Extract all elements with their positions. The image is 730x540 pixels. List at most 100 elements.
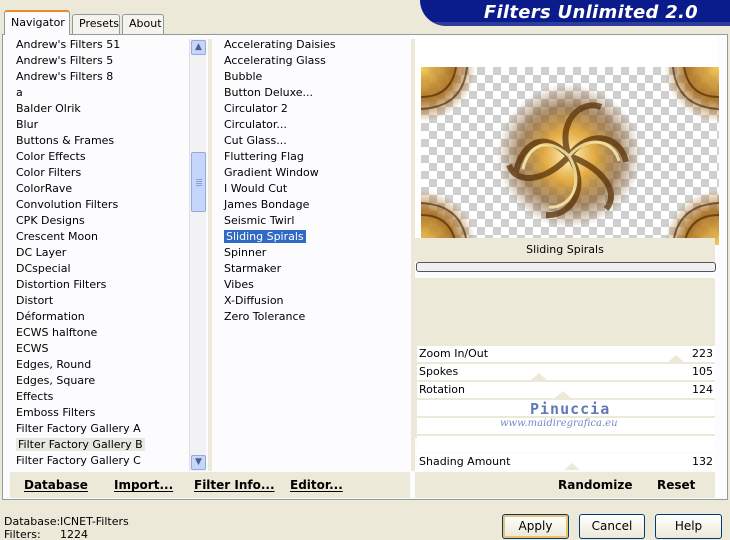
category-label: Convolution Filters <box>16 198 119 211</box>
category-item[interactable]: Buttons & Frames <box>13 133 191 149</box>
category-label: Filter Factory Gallery B <box>16 438 145 451</box>
category-item[interactable]: Andrew's Filters 5 <box>13 53 191 69</box>
filter-item[interactable]: Accelerating Glass <box>221 53 411 69</box>
reset-button[interactable]: Reset <box>657 478 695 492</box>
category-item[interactable]: Color Effects <box>13 149 191 165</box>
category-item[interactable]: Color Filters <box>13 165 191 181</box>
filter-item[interactable]: Accelerating Daisies <box>221 37 411 53</box>
filter-label: X-Diffusion <box>224 294 284 307</box>
parameter-name: Rotation <box>419 383 466 396</box>
category-label: Distort <box>16 294 54 307</box>
category-item[interactable]: Andrew's Filters 51 <box>13 37 191 53</box>
tab-navigator[interactable]: Navigator <box>4 10 70 35</box>
database-value: ICNET-Filters <box>60 515 129 528</box>
category-item[interactable]: Edges, Square <box>13 373 191 389</box>
category-label: Crescent Moon <box>16 230 98 243</box>
category-item[interactable]: Filter Factory Gallery C <box>13 453 191 469</box>
parameter-name: Spokes <box>419 365 459 378</box>
database-label: Database: <box>4 515 61 528</box>
scroll-thumb[interactable] <box>191 152 206 212</box>
category-item[interactable]: Filter Factory Gallery A <box>13 421 191 437</box>
category-item[interactable]: Effects <box>13 389 191 405</box>
category-item[interactable]: DCspecial <box>13 261 191 277</box>
filter-item[interactable]: Cut Glass... <box>221 133 411 149</box>
slider-handle[interactable] <box>563 463 580 470</box>
parameter-slider[interactable]: Shading Amount 132 <box>417 454 715 470</box>
filter-item[interactable]: Sliding Spirals <box>221 229 411 245</box>
filter-item[interactable]: Bubble <box>221 69 411 85</box>
category-item[interactable]: Filter Factory Gallery B <box>13 437 191 453</box>
category-item[interactable]: ECWS <box>13 341 191 357</box>
parameter-slider[interactable]: Spokes 105 <box>417 364 715 380</box>
filter-item[interactable]: Spinner <box>221 245 411 261</box>
category-scrollbar[interactable]: ▲ ▼ <box>189 39 206 471</box>
category-item[interactable]: Déformation <box>13 309 191 325</box>
category-item[interactable]: Distortion Filters <box>13 277 191 293</box>
filter-label: Accelerating Glass <box>224 54 326 67</box>
database-info: Database:ICNET-Filters Filters: 1224 <box>4 515 129 540</box>
scroll-down-button[interactable]: ▼ <box>191 455 206 470</box>
filter-info-button[interactable]: Filter Info... <box>194 478 275 492</box>
filter-item[interactable]: Gradient Window <box>221 165 411 181</box>
title-banner: Filters Unlimited 2.0 <box>420 0 730 26</box>
category-item[interactable]: Convolution Filters <box>13 197 191 213</box>
filter-label: Seismic Twirl <box>224 214 295 227</box>
editor-button[interactable]: Editor... <box>290 478 343 492</box>
parameter-slider[interactable]: Rotation 124 <box>417 382 715 398</box>
category-item[interactable]: ECWS halftone <box>13 325 191 341</box>
tab-presets[interactable]: Presets <box>72 14 120 34</box>
category-item[interactable]: Emboss Filters <box>13 405 191 421</box>
filter-item[interactable]: Vibes <box>221 277 411 293</box>
slider-handle[interactable] <box>668 355 685 362</box>
filter-label: Sliding Spirals <box>224 230 306 243</box>
category-item[interactable]: CPK Designs <box>13 213 191 229</box>
category-label: Andrew's Filters 5 <box>16 54 114 67</box>
filter-item[interactable]: Fluttering Flag <box>221 149 411 165</box>
category-item[interactable]: Distort <box>13 293 191 309</box>
help-button[interactable]: Help <box>655 514 722 539</box>
category-label: Filter Factory Gallery A <box>16 422 141 435</box>
filter-item[interactable]: Starmaker <box>221 261 411 277</box>
scroll-up-button[interactable]: ▲ <box>191 40 206 55</box>
category-item[interactable]: Blur <box>13 117 191 133</box>
parameter-empty <box>417 436 715 452</box>
parameter-slider[interactable]: Zoom In/Out 223 <box>417 346 715 362</box>
tab-strip: Navigator Presets About <box>2 10 422 35</box>
category-label: ECWS halftone <box>16 326 98 339</box>
randomize-button[interactable]: Randomize <box>558 478 632 492</box>
tab-about[interactable]: About <box>122 14 164 34</box>
category-item[interactable]: a <box>13 85 191 101</box>
category-item[interactable]: DC Layer <box>13 245 191 261</box>
category-item[interactable]: Crescent Moon <box>13 229 191 245</box>
category-item[interactable]: Andrew's Filters 8 <box>13 69 191 85</box>
slider-handle[interactable] <box>531 373 548 380</box>
category-label: DC Layer <box>16 246 67 259</box>
filters-label: Filters: <box>4 528 41 540</box>
category-list[interactable]: Andrew's Filters 51 Andrew's Filters 5 And… <box>13 37 191 469</box>
import-button[interactable]: Import... <box>114 478 173 492</box>
filter-item[interactable]: Circulator... <box>221 117 411 133</box>
category-label: Balder Olrik <box>16 102 81 115</box>
filter-item[interactable]: Seismic Twirl <box>221 213 411 229</box>
filter-item[interactable]: I Would Cut <box>221 181 411 197</box>
filter-label: Bubble <box>224 70 263 83</box>
filter-item[interactable]: Circulator 2 <box>221 101 411 117</box>
apply-button[interactable]: Apply <box>502 514 569 539</box>
category-label: Andrew's Filters 8 <box>16 70 114 83</box>
filter-item[interactable]: Button Deluxe... <box>221 85 411 101</box>
filter-item[interactable]: X-Diffusion <box>221 293 411 309</box>
app-title: Filters Unlimited 2.0 <box>483 2 698 23</box>
category-item[interactable]: Edges, Round <box>13 357 191 373</box>
cancel-button[interactable]: Cancel <box>579 514 645 539</box>
slider-handle[interactable] <box>555 391 572 398</box>
category-item[interactable]: ColorRave <box>13 181 191 197</box>
filter-list[interactable]: Accelerating Daisies Accelerating Glass Bu… <box>221 37 411 469</box>
watermark-url: www.maidiregrafica.eu <box>500 418 618 429</box>
filter-item[interactable]: James Bondage <box>221 197 411 213</box>
category-label: Buttons & Frames <box>16 134 115 147</box>
category-item[interactable]: Balder Olrik <box>13 101 191 117</box>
filter-label: Vibes <box>224 278 254 291</box>
database-button[interactable]: Database <box>24 478 88 492</box>
filter-item[interactable]: Zero Tolerance <box>221 309 411 325</box>
filters-count: 1224 <box>60 528 88 540</box>
